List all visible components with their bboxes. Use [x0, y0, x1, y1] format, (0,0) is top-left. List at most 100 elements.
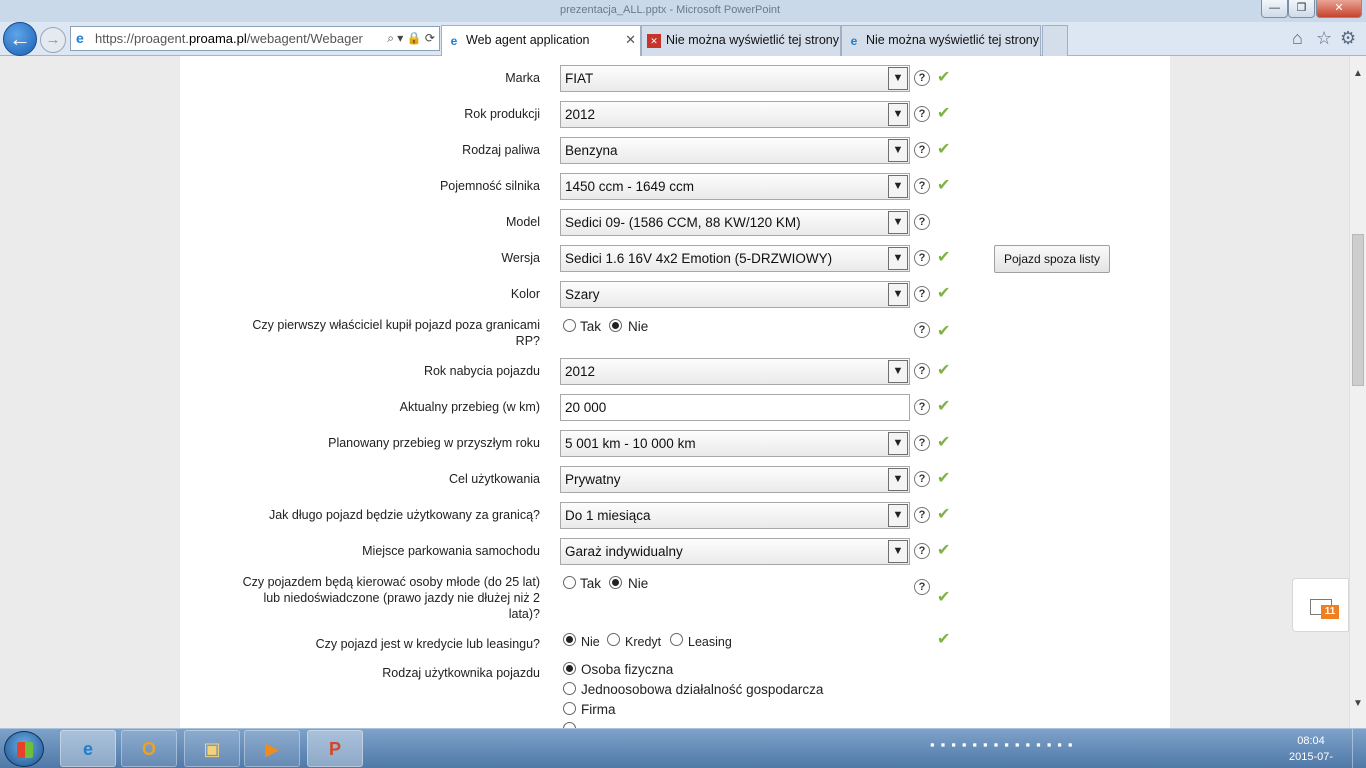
chevron-down-icon[interactable]: ▼ — [888, 175, 908, 198]
close-window-button[interactable]: ✕ — [1316, 0, 1362, 18]
label-pierwszy-wlasciciel-2: RP? — [515, 334, 540, 348]
favorites-icon[interactable]: ☆ — [1316, 28, 1332, 49]
start-button[interactable] — [4, 731, 44, 767]
help-icon[interactable]: ? — [914, 579, 930, 595]
przebieg-input[interactable]: 20 000 — [560, 394, 910, 421]
taskbar-clock[interactable]: 08:04 2015-07-14 — [1283, 733, 1339, 768]
tab-error-1[interactable]: ✕ Nie można wyświetlić tej strony — [641, 25, 841, 56]
forward-button[interactable]: → — [40, 27, 66, 53]
radio-label-kredyt: Kredyt — [625, 635, 662, 649]
marka-select[interactable]: FIAT ▼ — [560, 65, 910, 92]
rodzaj-paliwa-select[interactable]: Benzyna ▼ — [560, 137, 910, 164]
taskbar: e O ▣ ▶ P ▪▪▪▪▪▪▪▪▪▪▪▪▪▪ 08:04 2015-07-1… — [0, 728, 1366, 768]
tab-label: Nie można wyświetlić tej strony — [866, 33, 1039, 47]
kolor-select[interactable]: Szary ▼ — [560, 281, 910, 308]
radio-pierwszy-nie[interactable] — [609, 319, 622, 332]
radio-label-osoba-fizyczna: Osoba fizyczna — [581, 662, 674, 677]
system-tray-icons[interactable]: ▪▪▪▪▪▪▪▪▪▪▪▪▪▪ — [930, 737, 1079, 752]
help-icon[interactable]: ? — [914, 543, 930, 559]
chevron-down-icon[interactable]: ▼ — [888, 67, 908, 90]
radio-kredyt-leasing[interactable] — [670, 633, 683, 646]
help-icon[interactable]: ? — [914, 435, 930, 451]
tab-web-agent[interactable]: e Web agent application ✕ — [441, 25, 641, 57]
address-tools-icon[interactable]: ⌕ ▾ 🔒 ⟳ — [383, 27, 435, 50]
radio-kredyt-kredyt[interactable] — [607, 633, 620, 646]
chevron-down-icon[interactable]: ▼ — [888, 540, 908, 563]
scroll-up-icon[interactable]: ▲ — [1353, 68, 1363, 79]
taskbar-media-player-icon[interactable]: ▶ — [244, 730, 300, 767]
help-icon[interactable]: ? — [914, 363, 930, 379]
chevron-down-icon[interactable]: ▼ — [888, 103, 908, 126]
help-icon[interactable]: ? — [914, 322, 930, 338]
radio-jdg[interactable] — [563, 682, 576, 695]
radio-mlodzi-nie[interactable] — [609, 576, 622, 589]
chevron-down-icon[interactable]: ▼ — [888, 468, 908, 491]
close-tab-icon[interactable]: ✕ — [625, 26, 636, 54]
help-icon[interactable]: ? — [914, 286, 930, 302]
help-icon[interactable]: ? — [914, 507, 930, 523]
notification-widget[interactable]: 11 — [1292, 578, 1349, 632]
chevron-down-icon[interactable]: ▼ — [888, 283, 908, 306]
radio-label-tak: Tak — [580, 319, 602, 334]
planowany-przebieg-select[interactable]: 5 001 km - 10 000 km ▼ — [560, 430, 910, 457]
cel-select[interactable]: Prywatny ▼ — [560, 466, 910, 493]
taskbar-explorer-icon[interactable]: ▣ — [184, 730, 240, 767]
tab-label: Nie można wyświetlić tej strony — [666, 33, 839, 47]
help-icon[interactable]: ? — [914, 70, 930, 86]
vertical-scrollbar[interactable]: ▲ ▼ — [1349, 56, 1366, 728]
scroll-down-icon[interactable]: ▼ — [1353, 698, 1363, 709]
radio-mlodzi-tak[interactable] — [563, 576, 576, 589]
valid-check-icon: ✔ — [937, 470, 951, 487]
valid-check-icon: ✔ — [937, 177, 951, 194]
taskbar-outlook-icon[interactable]: O — [121, 730, 177, 767]
pojazd-spoza-listy-button[interactable]: Pojazd spoza listy — [994, 245, 1110, 273]
address-bar[interactable]: e https://proagent.proama.pl/webagent/Web… — [70, 26, 440, 51]
label-cel: Cel użytkowania — [448, 472, 540, 486]
settings-gear-icon[interactable]: ⚙ — [1340, 28, 1356, 49]
radio-pierwszy-tak[interactable] — [563, 319, 576, 332]
maximize-button[interactable]: ❐ — [1288, 0, 1315, 18]
taskbar-ie-icon[interactable]: e — [60, 730, 116, 767]
chevron-down-icon[interactable]: ▼ — [888, 432, 908, 455]
rok-nabycia-select[interactable]: 2012 ▼ — [560, 358, 910, 385]
rok-produkcji-select[interactable]: 2012 ▼ — [560, 101, 910, 128]
back-button[interactable]: ← — [3, 22, 37, 56]
radio-label-nie: Nie — [628, 319, 649, 334]
help-icon[interactable]: ? — [914, 250, 930, 266]
home-icon[interactable]: ⌂ — [1292, 28, 1303, 49]
valid-check-icon: ✔ — [937, 506, 951, 523]
tab-error-2[interactable]: e Nie można wyświetlić tej strony — [841, 25, 1041, 56]
help-icon[interactable]: ? — [914, 142, 930, 158]
valid-check-icon: ✔ — [937, 105, 951, 122]
help-icon[interactable]: ? — [914, 214, 930, 230]
chevron-down-icon[interactable]: ▼ — [888, 247, 908, 270]
label-rok-produkcji: Rok produkcji — [464, 107, 540, 121]
help-icon[interactable]: ? — [914, 106, 930, 122]
radio-osoba-fizyczna[interactable] — [563, 662, 576, 675]
ie-tab-icon: e — [450, 34, 458, 48]
minimize-button[interactable]: — — [1261, 0, 1288, 18]
pojemnosc-select[interactable]: 1450 ccm - 1649 ccm ▼ — [560, 173, 910, 200]
label-mlodzi-3: lata)? — [508, 607, 540, 621]
chevron-down-icon[interactable]: ▼ — [888, 211, 908, 234]
page-viewport: Marka FIAT ▼ ? ✔ Rok produkcji 2012 ▼ ? ✔ … — [0, 56, 1349, 728]
help-icon[interactable]: ? — [914, 399, 930, 415]
chevron-down-icon[interactable]: ▼ — [888, 504, 908, 527]
model-select[interactable]: Sedici 09- (1586 CCM, 88 KW/120 KM) ▼ — [560, 209, 910, 236]
help-icon[interactable]: ? — [914, 471, 930, 487]
valid-check-icon: ✔ — [937, 285, 951, 302]
za-granica-select[interactable]: Do 1 miesiąca ▼ — [560, 502, 910, 529]
scroll-thumb[interactable] — [1352, 234, 1364, 386]
valid-check-icon: ✔ — [937, 542, 951, 559]
new-tab-button[interactable] — [1042, 25, 1068, 56]
wersja-select[interactable]: Sedici 1.6 16V 4x2 Emotion (5-DRZWIOWY) ▼ — [560, 245, 910, 272]
chevron-down-icon[interactable]: ▼ — [888, 360, 908, 383]
chevron-down-icon[interactable]: ▼ — [888, 139, 908, 162]
show-desktop-button[interactable] — [1352, 729, 1366, 768]
radio-firma[interactable] — [563, 702, 576, 715]
parkowanie-select[interactable]: Garaż indywidualny ▼ — [560, 538, 910, 565]
taskbar-powerpoint-icon[interactable]: P — [307, 730, 363, 767]
radio-kredyt-nie[interactable] — [563, 633, 576, 646]
cel-value: Prywatny — [565, 472, 621, 487]
help-icon[interactable]: ? — [914, 178, 930, 194]
